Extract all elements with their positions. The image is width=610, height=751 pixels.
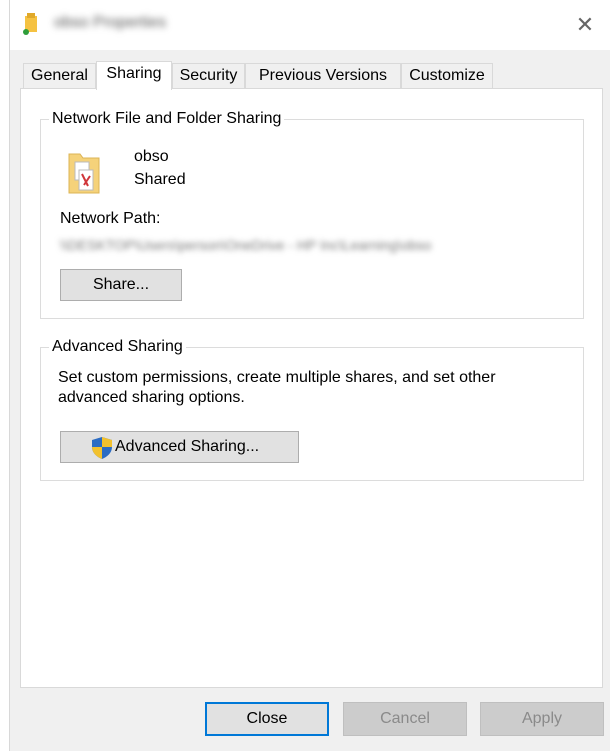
sharing-tab-panel: Network File and Folder Sharing obso Sha…: [20, 88, 603, 688]
network-path-label: Network Path:: [60, 210, 161, 227]
tab-previous-versions[interactable]: Previous Versions: [245, 63, 401, 89]
tab-customize[interactable]: Customize: [401, 63, 493, 89]
uac-shield-icon: [92, 437, 112, 459]
tab-sharing[interactable]: Sharing: [96, 61, 172, 90]
network-sharing-group-label: Network File and Folder Sharing: [49, 109, 285, 129]
window-title: obso Properties: [54, 14, 167, 31]
folder-name: obso: [134, 148, 169, 165]
background-window-strip: [0, 0, 10, 751]
advanced-sharing-button[interactable]: Advanced Sharing...: [60, 431, 299, 463]
advanced-sharing-group: Advanced Sharing Set custom permissions,…: [40, 337, 584, 481]
advanced-sharing-group-label: Advanced Sharing: [49, 337, 186, 357]
shared-folder-icon: [68, 153, 100, 194]
apply-button[interactable]: Apply: [480, 702, 604, 736]
tab-security[interactable]: Security: [172, 63, 245, 89]
advanced-sharing-button-label: Advanced Sharing...: [115, 438, 260, 455]
share-button[interactable]: Share...: [60, 269, 182, 301]
title-bar: obso Properties ✕: [10, 0, 610, 50]
cancel-button[interactable]: Cancel: [343, 702, 467, 736]
folder-icon: [23, 13, 37, 35]
network-sharing-group: Network File and Folder Sharing obso Sha…: [40, 109, 584, 319]
advanced-sharing-description-line1: Set custom permissions, create multiple …: [58, 369, 496, 386]
advanced-sharing-description-line2: advanced sharing options.: [58, 389, 245, 406]
folder-status: Shared: [134, 171, 186, 188]
close-window-button[interactable]: ✕: [570, 10, 600, 40]
close-button[interactable]: Close: [205, 702, 329, 736]
network-path-value: \\DESKTOP\Users\person\OneDrive - HP Inc…: [60, 237, 432, 253]
tab-general[interactable]: General: [23, 63, 96, 89]
